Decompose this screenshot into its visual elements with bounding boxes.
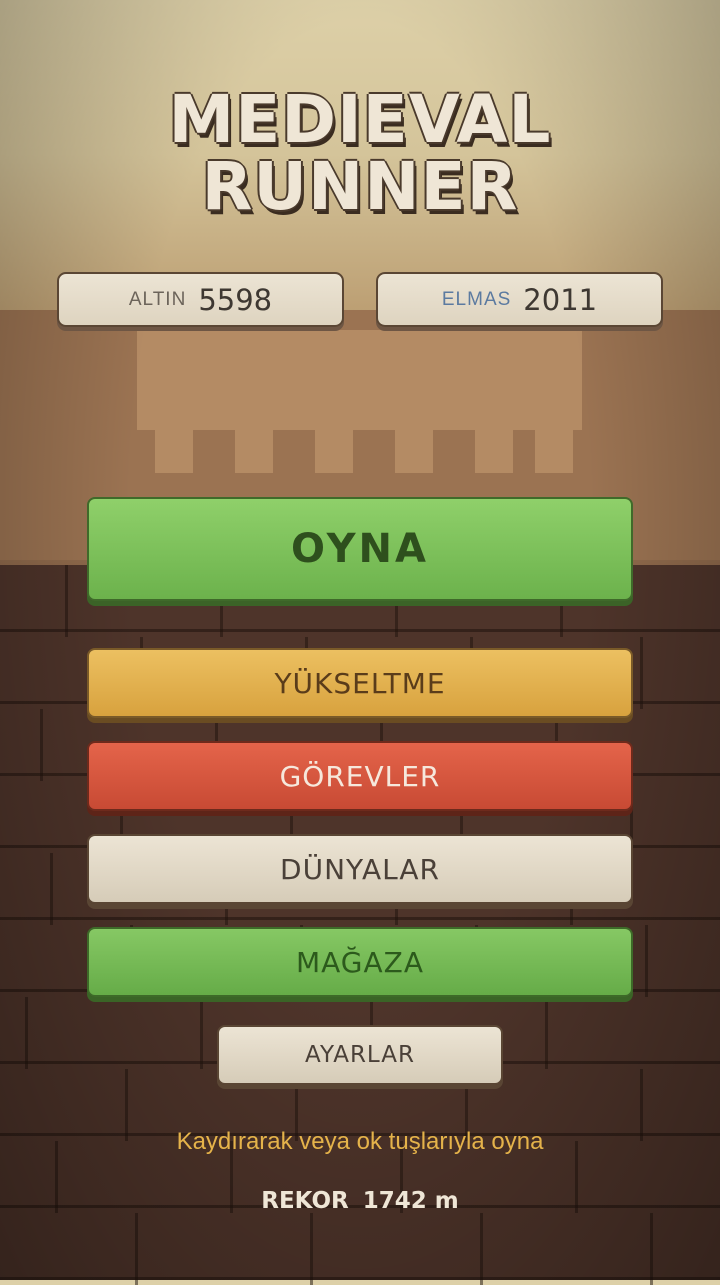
castle-merlon bbox=[155, 428, 193, 473]
gem-label: ELMAS bbox=[441, 288, 512, 310]
gold-label: ALTIN bbox=[128, 288, 187, 310]
gem-counter: ELMAS 2011 bbox=[376, 272, 663, 327]
castle-tower bbox=[137, 330, 582, 430]
record-value: 1742 m bbox=[362, 1188, 459, 1214]
shop-button[interactable]: MAĞAZA bbox=[87, 927, 633, 997]
castle-merlon bbox=[535, 428, 573, 473]
record-display: REKOR 1742 m bbox=[0, 1188, 720, 1214]
missions-button[interactable]: GÖREVLER bbox=[87, 741, 633, 811]
gem-value: 2011 bbox=[523, 282, 598, 317]
controls-hint: Kaydırarak veya ok tuşlarıyla oyna bbox=[176, 1128, 544, 1155]
castle-merlon bbox=[395, 428, 433, 473]
gold-value: 5598 bbox=[198, 282, 273, 317]
gold-counter: ALTIN 5598 bbox=[57, 272, 344, 327]
game-title-line2: RUNNER bbox=[201, 148, 519, 225]
castle-merlon bbox=[475, 428, 513, 473]
castle-merlon bbox=[315, 428, 353, 473]
worlds-button[interactable]: DÜNYALAR bbox=[87, 834, 633, 904]
game-title-line1: MEDIEVAL bbox=[168, 81, 552, 158]
castle-merlon bbox=[235, 428, 273, 473]
settings-button[interactable]: AYARLAR bbox=[217, 1025, 503, 1085]
record-label: REKOR bbox=[261, 1188, 349, 1214]
upgrade-button[interactable]: YÜKSELTME bbox=[87, 648, 633, 718]
play-button[interactable]: OYNA bbox=[87, 497, 633, 601]
